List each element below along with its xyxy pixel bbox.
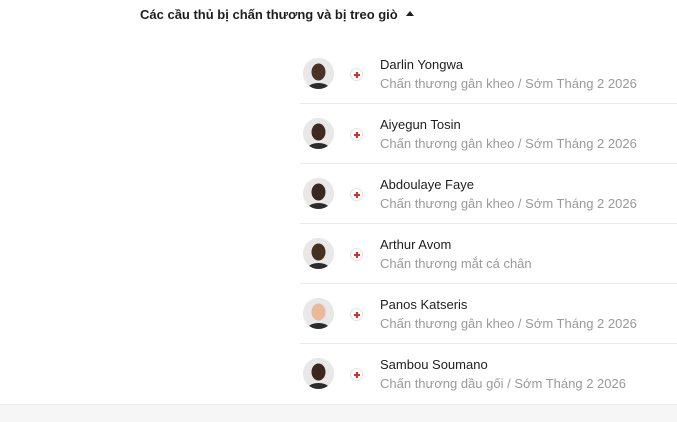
player-avatar bbox=[303, 178, 334, 209]
injury-status: Chấn thương gân kheo / Sớm Tháng 2 2026 bbox=[380, 76, 637, 91]
player-name[interactable]: Darlin Yongwa bbox=[380, 57, 463, 72]
player-row[interactable]: Panos Katseris Chấn thương gân kheo / Sớ… bbox=[300, 284, 677, 344]
player-avatar bbox=[303, 298, 334, 329]
injury-cross-icon bbox=[350, 248, 363, 261]
player-avatar bbox=[303, 58, 334, 89]
injury-status: Chấn thương gân kheo / Sớm Tháng 2 2026 bbox=[380, 136, 637, 151]
player-name[interactable]: Abdoulaye Faye bbox=[380, 177, 474, 192]
player-avatar bbox=[303, 238, 334, 269]
injury-cross-icon bbox=[350, 68, 363, 81]
player-name[interactable]: Sambou Soumano bbox=[380, 357, 488, 372]
injury-cross-icon bbox=[350, 128, 363, 141]
injury-status: Chấn thương dầu gối / Sớm Tháng 2 2026 bbox=[380, 376, 626, 391]
player-name[interactable]: Arthur Avom bbox=[380, 237, 451, 252]
player-row[interactable]: Abdoulaye Faye Chấn thương gân kheo / Sớ… bbox=[300, 164, 677, 224]
section-footer-divider bbox=[0, 404, 677, 422]
injury-status: Chấn thương gân kheo / Sớm Tháng 2 2026 bbox=[380, 316, 637, 331]
player-row[interactable]: Darlin Yongwa Chấn thương gân kheo / Sớm… bbox=[300, 44, 677, 104]
player-avatar bbox=[303, 118, 334, 149]
player-row[interactable]: Aiyegun Tosin Chấn thương gân kheo / Sớm… bbox=[300, 104, 677, 164]
player-name[interactable]: Panos Katseris bbox=[380, 297, 467, 312]
chevron-up-icon bbox=[405, 11, 414, 16]
player-avatar bbox=[303, 358, 334, 389]
section-title: Các cầu thủ bị chấn thương và bị treo gi… bbox=[140, 6, 398, 22]
player-name[interactable]: Aiyegun Tosin bbox=[380, 117, 461, 132]
injury-cross-icon bbox=[350, 308, 363, 321]
injury-cross-icon bbox=[350, 368, 363, 381]
injury-cross-icon bbox=[350, 188, 363, 201]
player-row[interactable]: Arthur Avom Chấn thương mắt cá chân bbox=[300, 224, 677, 284]
injured-players-list: Darlin Yongwa Chấn thương gân kheo / Sớm… bbox=[300, 44, 677, 404]
injury-status: Chấn thương mắt cá chân bbox=[380, 256, 532, 271]
injured-suspended-section-toggle[interactable]: Các cầu thủ bị chấn thương và bị treo gi… bbox=[140, 4, 414, 24]
injury-status: Chấn thương gân kheo / Sớm Tháng 2 2026 bbox=[380, 196, 637, 211]
player-row[interactable]: Sambou Soumano Chấn thương dầu gối / Sớm… bbox=[300, 344, 677, 404]
